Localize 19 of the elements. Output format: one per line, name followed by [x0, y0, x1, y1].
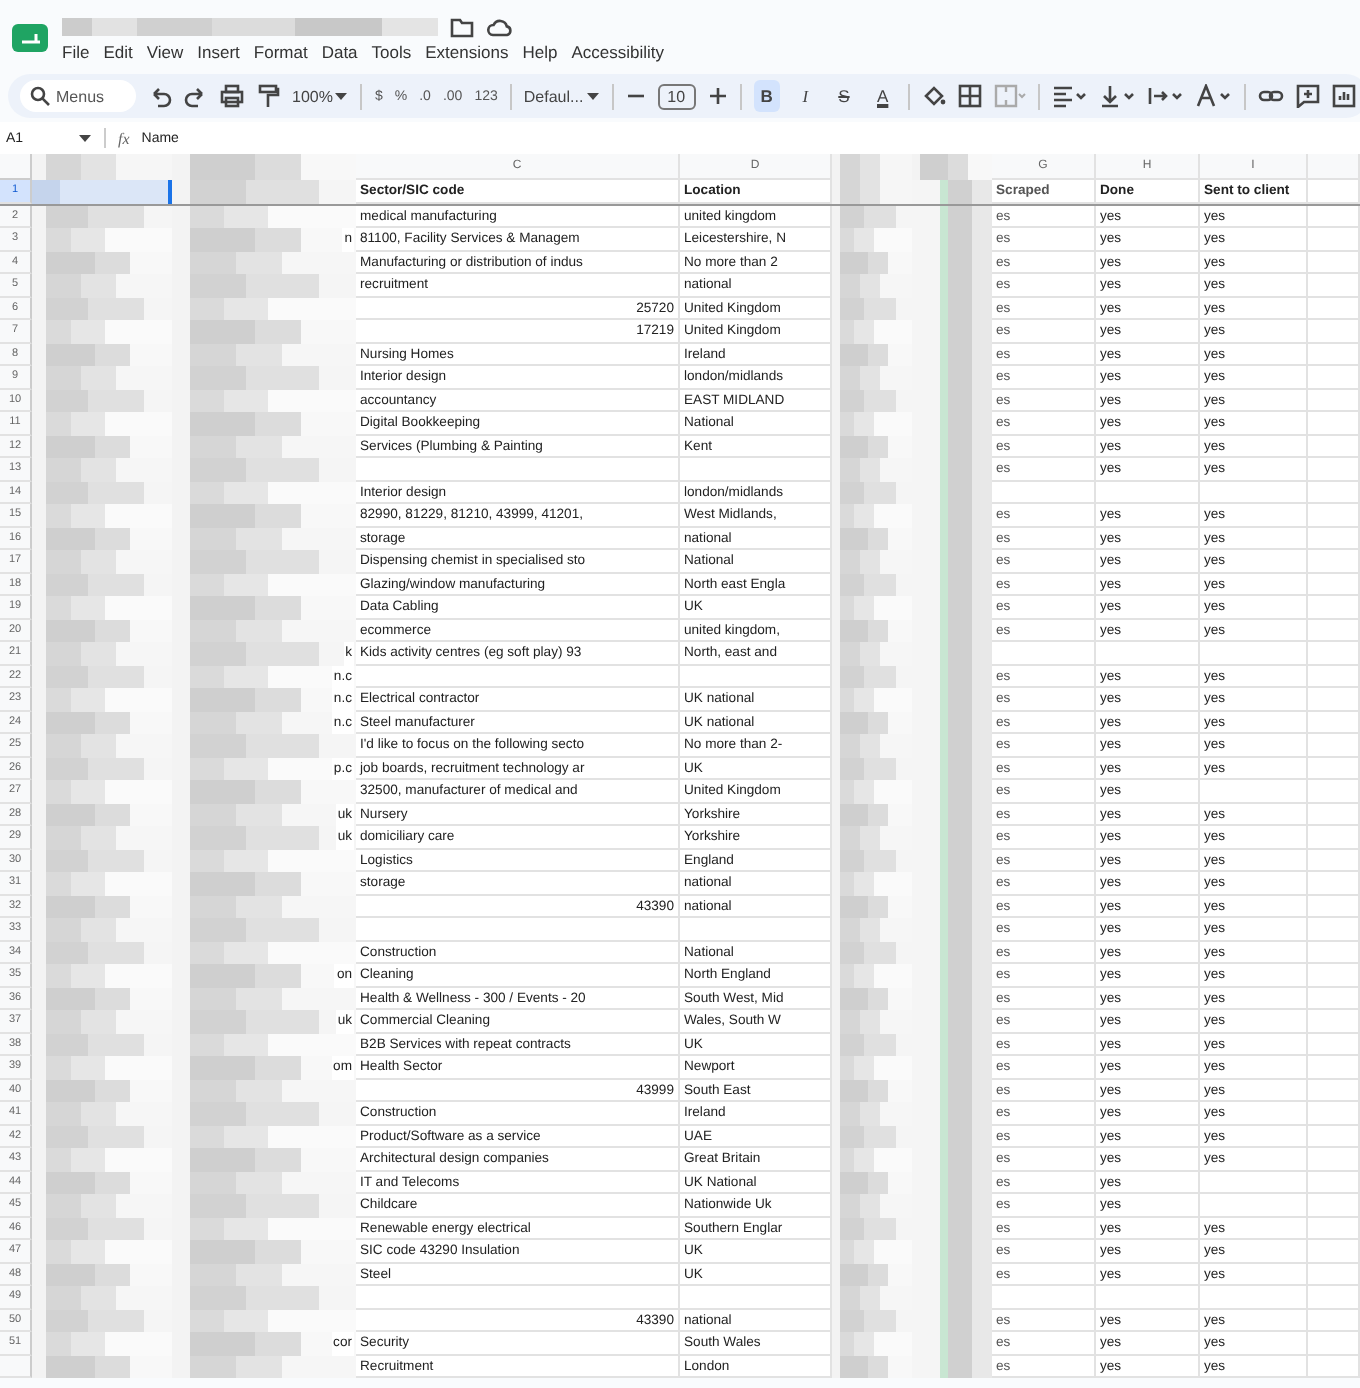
- menu-item[interactable]: Tools: [371, 41, 412, 61]
- menu-item[interactable]: View: [146, 41, 184, 61]
- search-field[interactable]: Menus: [20, 80, 136, 112]
- menu-item[interactable]: Insert: [197, 41, 240, 61]
- menu-item[interactable]: Accessibility: [571, 41, 665, 61]
- menu-item[interactable]: Edit: [103, 41, 133, 61]
- bold-button[interactable]: B: [753, 80, 780, 112]
- menu-item[interactable]: Data: [321, 41, 358, 61]
- fx-label: fx: [118, 129, 130, 147]
- zoom-dropdown[interactable]: 100%: [292, 87, 333, 105]
- menu-item[interactable]: Extensions: [425, 41, 509, 61]
- menu-item[interactable]: Help: [522, 41, 558, 61]
- italic-button[interactable]: I: [791, 80, 819, 112]
- text-color-button[interactable]: A: [869, 80, 897, 112]
- menu-item[interactable]: File: [62, 41, 90, 61]
- font-size-field[interactable]: 10: [657, 83, 696, 109]
- strikethrough-button[interactable]: S: [830, 80, 858, 112]
- font-dropdown[interactable]: Defaul...: [523, 87, 584, 105]
- menu-item[interactable]: Format: [253, 41, 308, 61]
